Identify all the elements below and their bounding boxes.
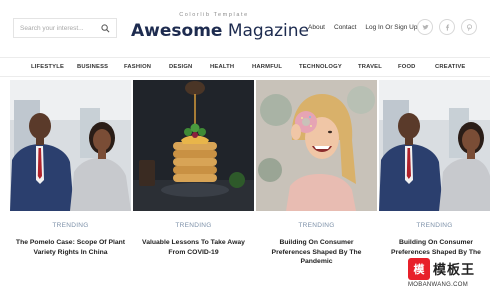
nav-item-fashion[interactable]: FASHION bbox=[124, 64, 151, 70]
tagline: Colorlib Template bbox=[179, 12, 249, 18]
card-category[interactable]: TRENDING bbox=[379, 222, 490, 229]
nav-item-harmful[interactable]: HARMFUL bbox=[252, 64, 282, 70]
nav-item-creative[interactable]: CREATIVE bbox=[435, 64, 465, 70]
watermark-text: 模板王 bbox=[433, 263, 476, 278]
search-icon[interactable] bbox=[101, 23, 110, 33]
nav-item-travel[interactable]: TRAVEL bbox=[358, 64, 382, 70]
about-link[interactable]: About bbox=[308, 24, 325, 31]
category-nav: LIFESTYLE BUSINESS FASHION DESIGN HEALTH… bbox=[0, 57, 490, 77]
card-category[interactable]: TRENDING bbox=[10, 222, 131, 229]
nav-item-business[interactable]: BUSINESS bbox=[77, 64, 108, 70]
contact-link[interactable]: Contact bbox=[334, 24, 356, 31]
watermark: 模 模板王 MOBANWANG.COM bbox=[408, 258, 490, 290]
card-title[interactable]: Building On Consumer Preferences Shaped … bbox=[384, 238, 488, 257]
brand-light-text: Magazine bbox=[222, 21, 310, 41]
facebook-icon[interactable] bbox=[439, 19, 455, 35]
card-category[interactable]: TRENDING bbox=[256, 222, 377, 229]
search-placeholder: Search your interest... bbox=[20, 24, 84, 32]
top-links: About Contact Log In Or Sign Up bbox=[308, 24, 417, 31]
nav-item-food[interactable]: FOOD bbox=[398, 64, 416, 70]
nav-item-lifestyle[interactable]: LIFESTYLE bbox=[31, 64, 64, 70]
card-image-woman-donut[interactable] bbox=[256, 80, 377, 211]
card-image-pancakes[interactable] bbox=[133, 80, 254, 211]
social-links bbox=[417, 19, 477, 35]
card-title[interactable]: Valuable Lessons To Take Away From COVID… bbox=[137, 238, 250, 257]
twitter-icon[interactable] bbox=[417, 19, 433, 35]
brand-logo[interactable]: Awesome Magazine bbox=[131, 21, 309, 41]
card-title[interactable]: Building On Consumer Preferences Shaped … bbox=[262, 238, 371, 267]
search-input[interactable]: Search your interest... bbox=[13, 18, 117, 38]
watermark-url: MOBANWANG.COM bbox=[408, 282, 469, 288]
login-link[interactable]: Log In Or Sign Up bbox=[365, 24, 417, 31]
card-image-business-people[interactable] bbox=[10, 80, 131, 211]
watermark-logo-icon: 模 bbox=[408, 258, 430, 280]
card-image-business-people-2[interactable] bbox=[379, 80, 490, 211]
nav-item-design[interactable]: DESIGN bbox=[169, 64, 192, 70]
pinterest-icon[interactable] bbox=[461, 19, 477, 35]
card-title[interactable]: The Pomelo Case: Scope Of Plant Variety … bbox=[14, 238, 127, 257]
card-category[interactable]: TRENDING bbox=[133, 222, 254, 229]
nav-item-technology[interactable]: TECHNOLOGY bbox=[299, 64, 342, 70]
brand-bold-text: Awesome bbox=[131, 21, 223, 41]
nav-item-health[interactable]: HEALTH bbox=[210, 64, 234, 70]
